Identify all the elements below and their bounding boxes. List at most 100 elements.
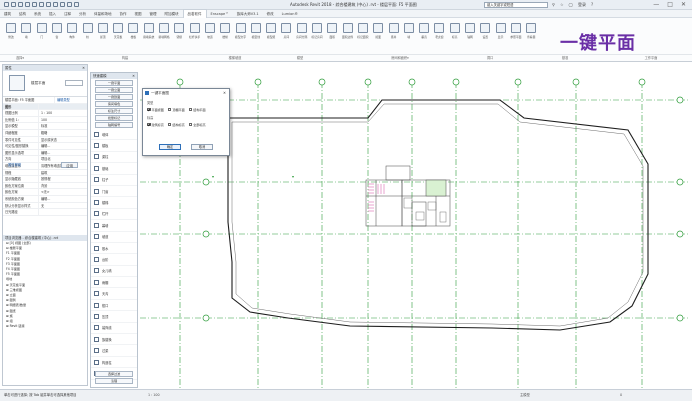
tab-12[interactable]: Enscape™ bbox=[207, 10, 233, 18]
toolbox-item[interactable]: 女儿墙 bbox=[91, 266, 137, 278]
property-value[interactable]: 按规程 bbox=[39, 176, 87, 182]
property-value[interactable]: 编辑... bbox=[39, 143, 87, 149]
type-dropdown[interactable] bbox=[65, 80, 83, 86]
browser-item[interactable]: ⊞ Revit 链接 bbox=[3, 324, 87, 329]
toolbox-item[interactable]: 幕墙 bbox=[91, 220, 137, 232]
close-icon[interactable]: ✕ bbox=[132, 73, 135, 79]
toolbox-button-2[interactable]: 一键剖面 bbox=[95, 94, 133, 100]
property-value[interactable]: 标准 bbox=[39, 123, 87, 129]
checkbox-icon[interactable] bbox=[147, 122, 151, 127]
ribbon-button-13[interactable]: 坡道 bbox=[203, 23, 217, 45]
ribbon-button-9[interactable]: 幕墙系统 bbox=[142, 23, 156, 45]
property-row[interactable]: 显示隐藏线 按规程 bbox=[3, 176, 87, 183]
ribbon-button-16[interactable]: 模型线 bbox=[249, 23, 263, 45]
checkbox-icon[interactable] bbox=[188, 107, 193, 112]
property-value[interactable]: <无> bbox=[39, 189, 87, 195]
tab-14[interactable]: 修改 bbox=[263, 10, 278, 18]
open-icon[interactable] bbox=[11, 2, 16, 7]
ribbon-button-14[interactable]: 楼梯 bbox=[218, 23, 232, 45]
ribbon-button-5[interactable]: 柱 bbox=[81, 23, 95, 45]
property-value[interactable]: 建筑 bbox=[39, 170, 87, 176]
toolbox-button-0[interactable]: 一键平面 bbox=[95, 80, 133, 86]
ribbon-button-28[interactable]: 老虎窗 bbox=[432, 23, 446, 45]
ribbon-button-2[interactable]: 门 bbox=[35, 23, 49, 45]
measure-icon[interactable] bbox=[46, 2, 51, 7]
property-row[interactable]: 图形 bbox=[3, 103, 87, 111]
undo-icon[interactable] bbox=[25, 2, 30, 7]
checkbox-icon[interactable] bbox=[167, 107, 172, 112]
ribbon-button-32[interactable]: 显示 bbox=[494, 23, 508, 45]
toolbox-bottom-button-0[interactable]: 选择过滤 bbox=[95, 371, 133, 377]
ribbon-button-18[interactable]: 房间 bbox=[279, 23, 293, 45]
property-value[interactable]: 编辑... bbox=[39, 196, 87, 202]
ribbon-button-25[interactable]: 竖井 bbox=[387, 23, 401, 45]
tab-15[interactable]: Lumion® bbox=[278, 10, 302, 18]
ribbon-button-0[interactable]: 修改 bbox=[4, 23, 18, 45]
star-icon[interactable]: ☆ bbox=[560, 2, 564, 8]
dialog-checkbox[interactable]: 建筑标高 bbox=[147, 122, 164, 127]
ribbon-button-24[interactable]: 按面 bbox=[371, 23, 385, 45]
property-row[interactable]: 零件可见性 显示原状态 bbox=[3, 136, 87, 144]
view-scale[interactable]: 1 : 100 bbox=[148, 390, 160, 401]
toolbox-item[interactable]: 散水 bbox=[91, 243, 137, 255]
ribbon-button-15[interactable]: 模型文字 bbox=[234, 23, 248, 45]
toolbox-item[interactable]: 基础 bbox=[91, 163, 137, 175]
ribbon-button-3[interactable]: 窗 bbox=[50, 23, 64, 45]
tab-1[interactable]: 结构 bbox=[15, 10, 30, 18]
dialog-checkbox[interactable]: 平面视图 bbox=[147, 107, 164, 112]
ok-button[interactable]: 确定 bbox=[159, 144, 181, 150]
toolbox-item[interactable]: 墙体 bbox=[91, 129, 137, 141]
type-selector[interactable]: 楼层平面 bbox=[3, 71, 87, 97]
save-icon[interactable] bbox=[18, 2, 23, 7]
ribbon-button-27[interactable]: 垂直 bbox=[417, 23, 431, 45]
toolbox-item[interactable]: 梁柱 bbox=[91, 152, 137, 164]
ribbon-button-1[interactable]: 墙 bbox=[19, 23, 33, 45]
toolbox-item[interactable]: 族替换 bbox=[91, 334, 137, 346]
tab-0[interactable]: 建筑 bbox=[0, 10, 15, 18]
property-value[interactable]: 编辑... bbox=[39, 150, 87, 156]
property-value[interactable]: 100 bbox=[39, 117, 87, 123]
toolbox-item[interactable]: 压顶 bbox=[91, 311, 137, 323]
tab-13[interactable]: 族库大师V3.1 bbox=[233, 10, 263, 18]
toolbox-item[interactable]: 楼板 bbox=[91, 140, 137, 152]
ribbon-button-21[interactable]: 面积 bbox=[325, 23, 339, 45]
edit-type-button[interactable]: 编辑类型 bbox=[55, 97, 87, 103]
ribbon-button-6[interactable]: 屋顶 bbox=[96, 23, 110, 45]
properties-help-link[interactable]: 属性帮助 bbox=[8, 162, 21, 168]
section-icon[interactable] bbox=[67, 2, 72, 7]
ribbon-button-34[interactable]: 查看器 bbox=[524, 23, 538, 45]
property-value[interactable]: 粗略 bbox=[39, 130, 87, 136]
dialog-checkbox[interactable]: 结构平面 bbox=[188, 107, 206, 112]
checkbox-icon[interactable] bbox=[147, 107, 151, 112]
property-value[interactable]: 背景 bbox=[39, 183, 87, 189]
toolbox-button-5[interactable]: 批量标记 bbox=[95, 115, 133, 121]
toolbox-item[interactable]: 台阶 bbox=[91, 254, 137, 266]
ribbon-button-17[interactable]: 模型组 bbox=[264, 23, 278, 45]
ribbon-button-23[interactable]: 标记面积 bbox=[356, 23, 370, 45]
redo-icon[interactable] bbox=[32, 2, 37, 7]
user-icon[interactable]: ◯ bbox=[569, 2, 573, 8]
maximize-button[interactable]: □ bbox=[667, 1, 673, 8]
3d-view-icon[interactable] bbox=[60, 2, 65, 7]
property-row[interactable]: 详细程度 粗略 bbox=[3, 129, 87, 137]
property-row[interactable]: 日光路径 bbox=[3, 209, 87, 216]
property-value[interactable]: 1 : 100 bbox=[39, 110, 87, 116]
dialog-checkbox[interactable]: 顶棚平面 bbox=[167, 107, 185, 112]
property-row[interactable]: 规程 建筑 bbox=[3, 169, 87, 177]
toolbox-item[interactable]: 栏杆 bbox=[91, 209, 137, 221]
toolbox-item[interactable]: 构造柱 bbox=[91, 357, 137, 369]
property-row[interactable]: 视图比例 1 : 100 bbox=[3, 110, 87, 117]
property-row[interactable]: 颜色方案位置 背景 bbox=[3, 182, 87, 190]
toolbox-item[interactable]: 雨棚 bbox=[91, 277, 137, 289]
property-value[interactable]: 无 bbox=[39, 203, 87, 209]
ribbon-button-19[interactable]: 房间分隔 bbox=[295, 23, 309, 45]
tab-6[interactable]: 体量和场地 bbox=[90, 10, 116, 18]
property-value[interactable]: 显示原状态 bbox=[39, 137, 87, 143]
tab-9[interactable]: 管理 bbox=[146, 10, 161, 18]
toolbox-button-3[interactable]: 房间填色 bbox=[95, 101, 133, 107]
property-value[interactable] bbox=[39, 209, 87, 215]
tab-3[interactable]: 插入 bbox=[45, 10, 60, 18]
toolbox-item[interactable]: 门窗 bbox=[91, 186, 137, 198]
app-menu-icon[interactable] bbox=[4, 2, 9, 7]
property-row[interactable]: 系统颜色方案 编辑... bbox=[3, 195, 87, 203]
